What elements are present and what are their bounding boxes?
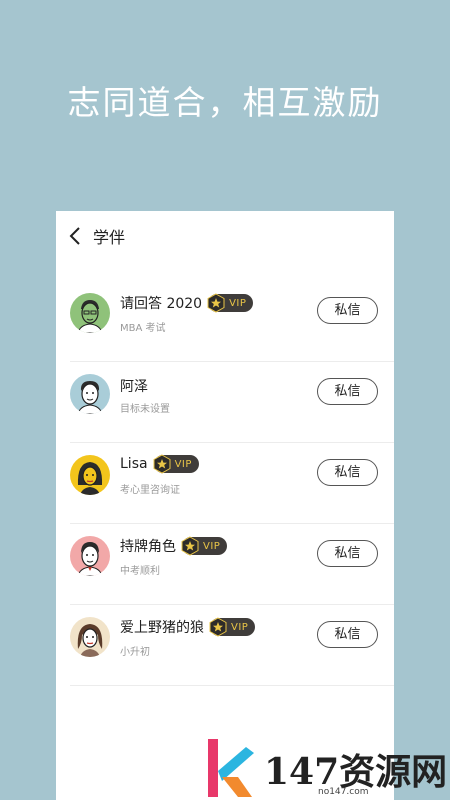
avatar: [70, 617, 110, 657]
list-item[interactable]: 持牌角色 VIP 中考顺利 私信: [70, 524, 394, 605]
avatar: [70, 374, 110, 414]
partner-card: 学伴 请回答 2020 VIP MBA 考试 私信 阿泽 目标未设置 私信 Li…: [56, 211, 394, 800]
back-button[interactable]: [66, 225, 86, 247]
message-button[interactable]: 私信: [317, 621, 378, 648]
message-button[interactable]: 私信: [317, 459, 378, 486]
avatar: [70, 536, 110, 576]
partner-name: 请回答 2020: [120, 296, 203, 312]
message-button[interactable]: 私信: [317, 540, 378, 567]
list-item[interactable]: 爱上野猪的狼 VIP 小升初 私信: [70, 605, 394, 686]
watermark-url: no147.com: [318, 787, 369, 797]
page-title: 学伴: [93, 228, 126, 247]
avatar: [70, 293, 110, 333]
partner-goal: MBA 考试: [120, 323, 166, 334]
list-item[interactable]: Lisa VIP 考心里咨询证 私信: [70, 443, 394, 524]
partner-name: 爱上野猪的狼: [120, 620, 204, 636]
star-icon: [207, 293, 225, 313]
partner-name: Lisa: [120, 456, 148, 472]
message-button[interactable]: 私信: [317, 378, 378, 405]
partner-goal: 目标未设置: [120, 404, 170, 415]
star-icon: [153, 454, 171, 474]
partner-goal: 小升初: [120, 647, 150, 658]
chevron-left-icon: [69, 227, 80, 245]
vip-badge: VIP: [153, 454, 199, 474]
partner-name: 阿泽: [120, 379, 148, 395]
partner-name: 持牌角色: [120, 539, 176, 555]
vip-badge: VIP: [209, 617, 256, 637]
watermark: 147资源网 no147.com: [200, 735, 450, 800]
message-button[interactable]: 私信: [317, 297, 378, 324]
partner-goal: 中考顺利: [120, 566, 160, 577]
list-item[interactable]: 阿泽 目标未设置 私信: [70, 362, 394, 443]
partner-list: 请回答 2020 VIP MBA 考试 私信 阿泽 目标未设置 私信 Lisa …: [70, 281, 394, 686]
star-icon: [209, 617, 227, 637]
vip-badge: VIP: [207, 293, 254, 313]
star-icon: [181, 536, 199, 556]
vip-badge: VIP: [181, 536, 228, 556]
list-item[interactable]: 请回答 2020 VIP MBA 考试 私信: [70, 281, 394, 362]
headline: 志同道合，相互激励: [67, 83, 383, 122]
logo-icon: [208, 739, 254, 797]
avatar: [70, 455, 110, 495]
partner-goal: 考心里咨询证: [120, 485, 180, 496]
top-bar: 学伴: [56, 211, 394, 261]
